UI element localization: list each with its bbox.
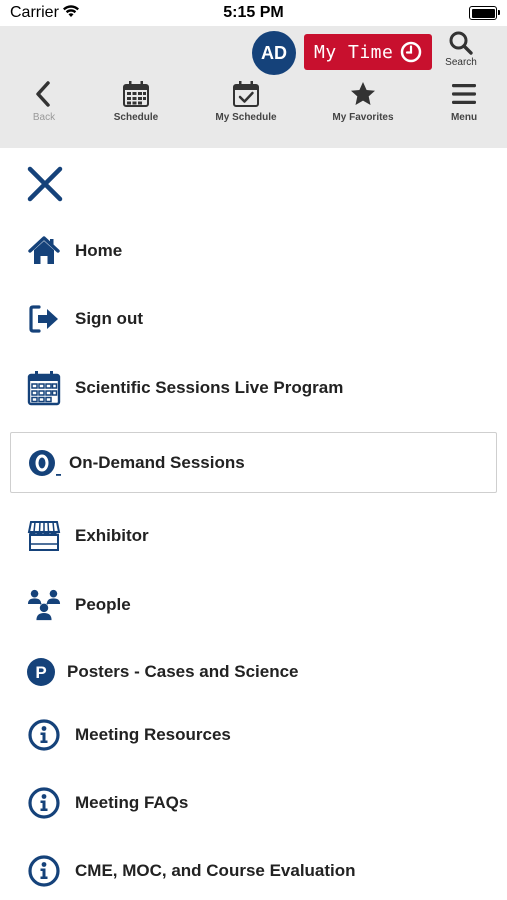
search-icon <box>440 30 482 56</box>
close-icon[interactable] <box>25 164 65 204</box>
menu-item-label: Meeting Resources <box>75 725 231 744</box>
star-icon <box>328 80 398 108</box>
menu-button[interactable]: Menu <box>444 80 484 123</box>
app-header: AD My Time Search Back Schedule My Sched… <box>0 26 507 148</box>
calendar-icon <box>27 371 61 406</box>
my-time-label: My Time <box>314 41 394 63</box>
menu-item-exhibitor[interactable]: Exhibitor <box>0 511 507 561</box>
storefront-icon <box>27 519 61 553</box>
menu-item-people[interactable]: People <box>0 580 507 630</box>
on-demand-icon <box>28 446 62 480</box>
menu-item-meeting-faqs[interactable]: Meeting FAQs <box>0 778 507 828</box>
status-time: 5:15 PM <box>223 4 284 21</box>
menu-item-home[interactable]: Home <box>0 226 507 276</box>
people-icon <box>27 588 61 622</box>
chevron-left-icon <box>24 80 64 108</box>
menu-item-cme-moc-evaluation[interactable]: CME, MOC, and Course Evaluation <box>0 846 507 896</box>
menu-item-posters[interactable]: P Posters - Cases and Science <box>0 647 507 697</box>
menu-label: Menu <box>450 112 478 123</box>
menu-item-scientific-sessions[interactable]: Scientific Sessions Live Program <box>0 363 507 413</box>
menu-item-label: Meeting FAQs <box>75 793 189 812</box>
menu-item-label: CME, MOC, and Course Evaluation <box>75 861 356 880</box>
info-icon <box>27 786 61 820</box>
menu-item-label: Home <box>75 241 123 260</box>
menu-item-sign-out[interactable]: Sign out <box>0 294 507 344</box>
hamburger-icon <box>444 80 484 108</box>
my-time-button[interactable]: My Time <box>304 34 432 70</box>
sign-out-icon <box>27 302 61 336</box>
back-label: Back <box>32 112 56 123</box>
menu-item-label: Scientific Sessions Live Program <box>75 378 344 397</box>
side-menu: Home Sign out Scientific Sessions Live P… <box>0 148 507 900</box>
menu-item-on-demand-sessions[interactable]: On-Demand Sessions <box>10 432 497 493</box>
info-icon <box>27 718 61 752</box>
schedule-label: Schedule <box>113 112 159 123</box>
avatar[interactable]: AD <box>252 31 296 75</box>
menu-item-label: People <box>75 595 131 614</box>
my-schedule-label: My Schedule <box>215 112 277 123</box>
menu-item-label: On-Demand Sessions <box>69 452 245 472</box>
my-favorites-label: My Favorites <box>332 112 394 123</box>
my-schedule-button[interactable]: My Schedule <box>211 80 281 123</box>
clock-icon <box>400 41 422 68</box>
calendar-icon <box>106 80 166 108</box>
svg-text:P: P <box>35 663 46 682</box>
home-icon <box>27 234 61 268</box>
schedule-button[interactable]: Schedule <box>106 80 166 123</box>
info-icon <box>27 854 61 888</box>
posters-p-icon: P <box>24 655 58 689</box>
menu-item-label: Exhibitor <box>75 526 149 545</box>
calendar-check-icon <box>211 80 281 108</box>
back-button[interactable]: Back <box>24 80 64 123</box>
toolbar: Back Schedule My Schedule My Favorites M… <box>0 80 507 130</box>
search-label: Search <box>445 57 477 68</box>
search-button[interactable]: Search <box>440 30 482 74</box>
menu-item-label: Posters - Cases and Science <box>67 662 299 681</box>
status-bar: Carrier 5:15 PM <box>0 0 507 26</box>
menu-item-label: Sign out <box>75 309 143 328</box>
menu-item-meeting-resources[interactable]: Meeting Resources <box>0 710 507 760</box>
battery-icon <box>469 6 500 20</box>
my-favorites-button[interactable]: My Favorites <box>328 80 398 123</box>
